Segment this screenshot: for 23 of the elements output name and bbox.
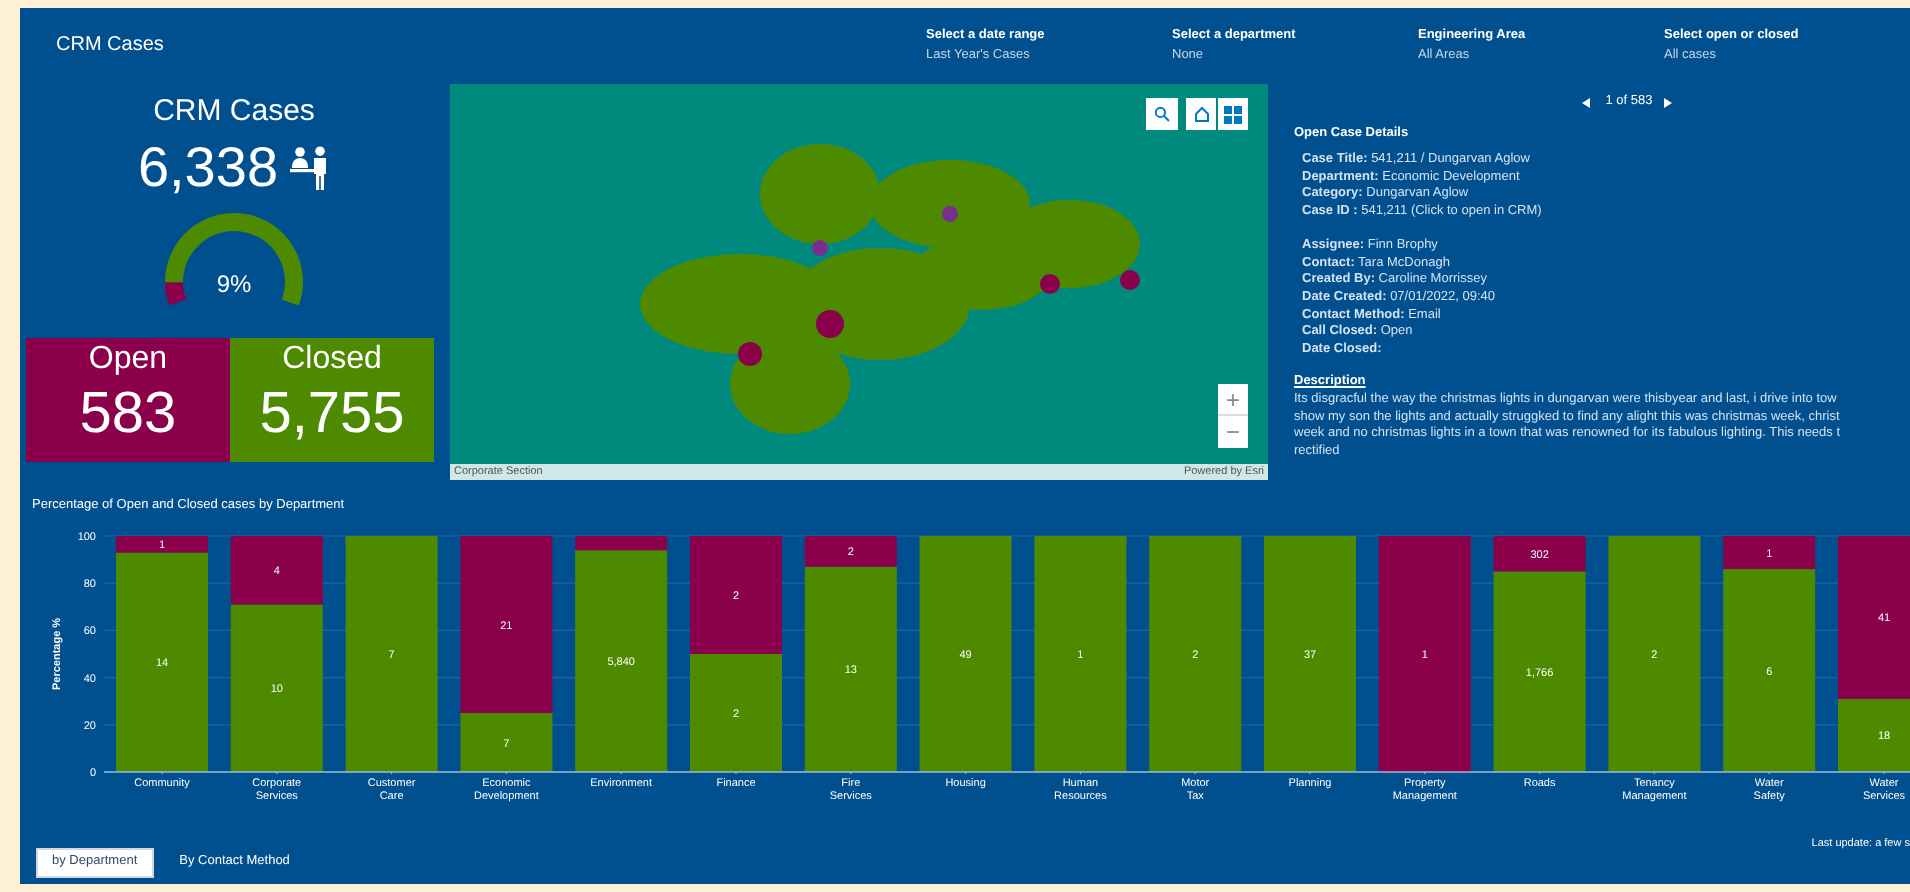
right-triangle-icon (1664, 97, 1673, 108)
tile-value: 5,755 (259, 379, 405, 447)
zoom-in-button[interactable]: + (1218, 384, 1248, 416)
tile-label: Closed (282, 339, 382, 379)
gauge-fill (165, 280, 187, 305)
zoom-out-button[interactable]: − (1218, 416, 1248, 448)
search-icon (1154, 106, 1170, 122)
card-title: CRM Cases (151, 92, 317, 132)
search-button[interactable] (1146, 98, 1178, 130)
previous-button[interactable] (1581, 94, 1594, 111)
gauge-track (165, 212, 303, 305)
home-button[interactable] (1186, 98, 1216, 130)
grid-icon (1224, 105, 1242, 123)
next-button[interactable] (1664, 94, 1677, 111)
tile-label: Open (88, 339, 168, 379)
basemap-button[interactable] (1218, 98, 1248, 130)
dashboard-title: CRM Cases (56, 32, 166, 60)
tile-value: 583 (79, 379, 177, 447)
total-count: 6,338 (137, 135, 279, 199)
left-triangle-icon (1581, 97, 1590, 108)
home-icon (1193, 106, 1209, 122)
gauge-reading: 9% (216, 267, 252, 301)
people-at-desk-icon (290, 145, 331, 189)
